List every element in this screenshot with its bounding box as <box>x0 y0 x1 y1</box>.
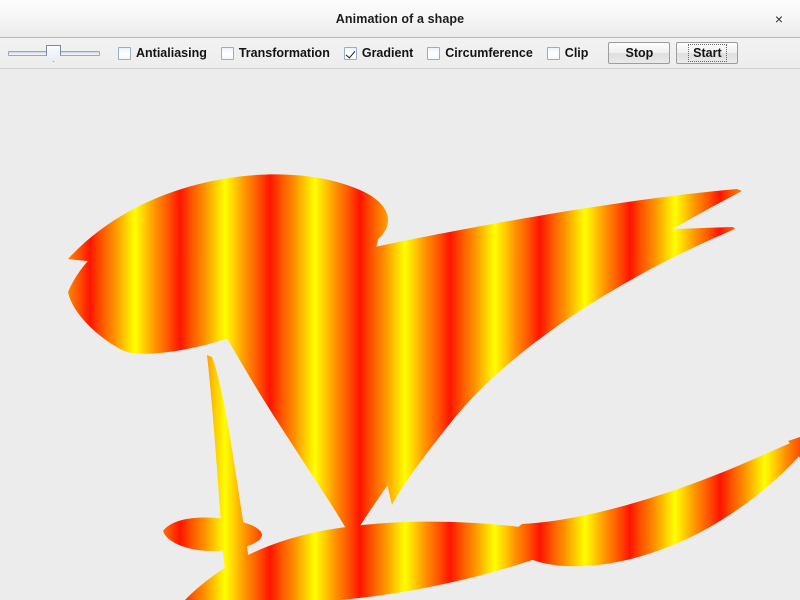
checkbox-clip-box[interactable] <box>546 46 560 60</box>
stop-button[interactable]: Stop <box>608 42 671 64</box>
shape-group <box>68 174 800 600</box>
checkbox-clip-label: Clip <box>564 46 589 60</box>
speed-slider[interactable] <box>8 42 100 64</box>
checkbox-transformation-box[interactable] <box>220 46 234 60</box>
start-button-label: Start <box>688 44 727 62</box>
checkbox-gradient[interactable]: Gradient <box>343 46 414 60</box>
start-button[interactable]: Start <box>676 42 739 64</box>
animation-canvas[interactable] <box>0 69 800 600</box>
checkbox-transformation[interactable]: Transformation <box>220 46 330 60</box>
checkbox-gradient-box[interactable] <box>343 46 357 60</box>
checkbox-circumference-box[interactable] <box>427 46 441 60</box>
shape-path-upper-right <box>356 227 735 505</box>
checkbox-antialiasing-label: Antialiasing <box>136 46 207 60</box>
slider-thumb[interactable] <box>46 45 61 62</box>
checkbox-antialiasing[interactable]: Antialiasing <box>118 46 207 60</box>
stop-button-label: Stop <box>625 46 654 60</box>
shape-path-lower-left-lobe <box>163 517 262 551</box>
application-window: Animation of a shape × Antialiasing Tran… <box>0 0 800 600</box>
checkbox-circumference[interactable]: Circumference <box>427 46 533 60</box>
checkbox-clip[interactable]: Clip <box>546 46 589 60</box>
animated-shape <box>68 174 800 600</box>
shape-path-lower-crescent <box>511 439 800 567</box>
window-title: Animation of a shape <box>335 11 465 26</box>
checkbox-transformation-label: Transformation <box>238 46 330 60</box>
checkbox-circumference-label: Circumference <box>445 46 533 60</box>
checkbox-antialiasing-box[interactable] <box>118 46 131 60</box>
toolbar: Antialiasing Transformation Gradient Cir… <box>0 38 800 69</box>
close-icon[interactable]: × <box>768 8 790 30</box>
title-bar: Animation of a shape × <box>0 0 800 38</box>
checkbox-gradient-label: Gradient <box>361 46 414 60</box>
